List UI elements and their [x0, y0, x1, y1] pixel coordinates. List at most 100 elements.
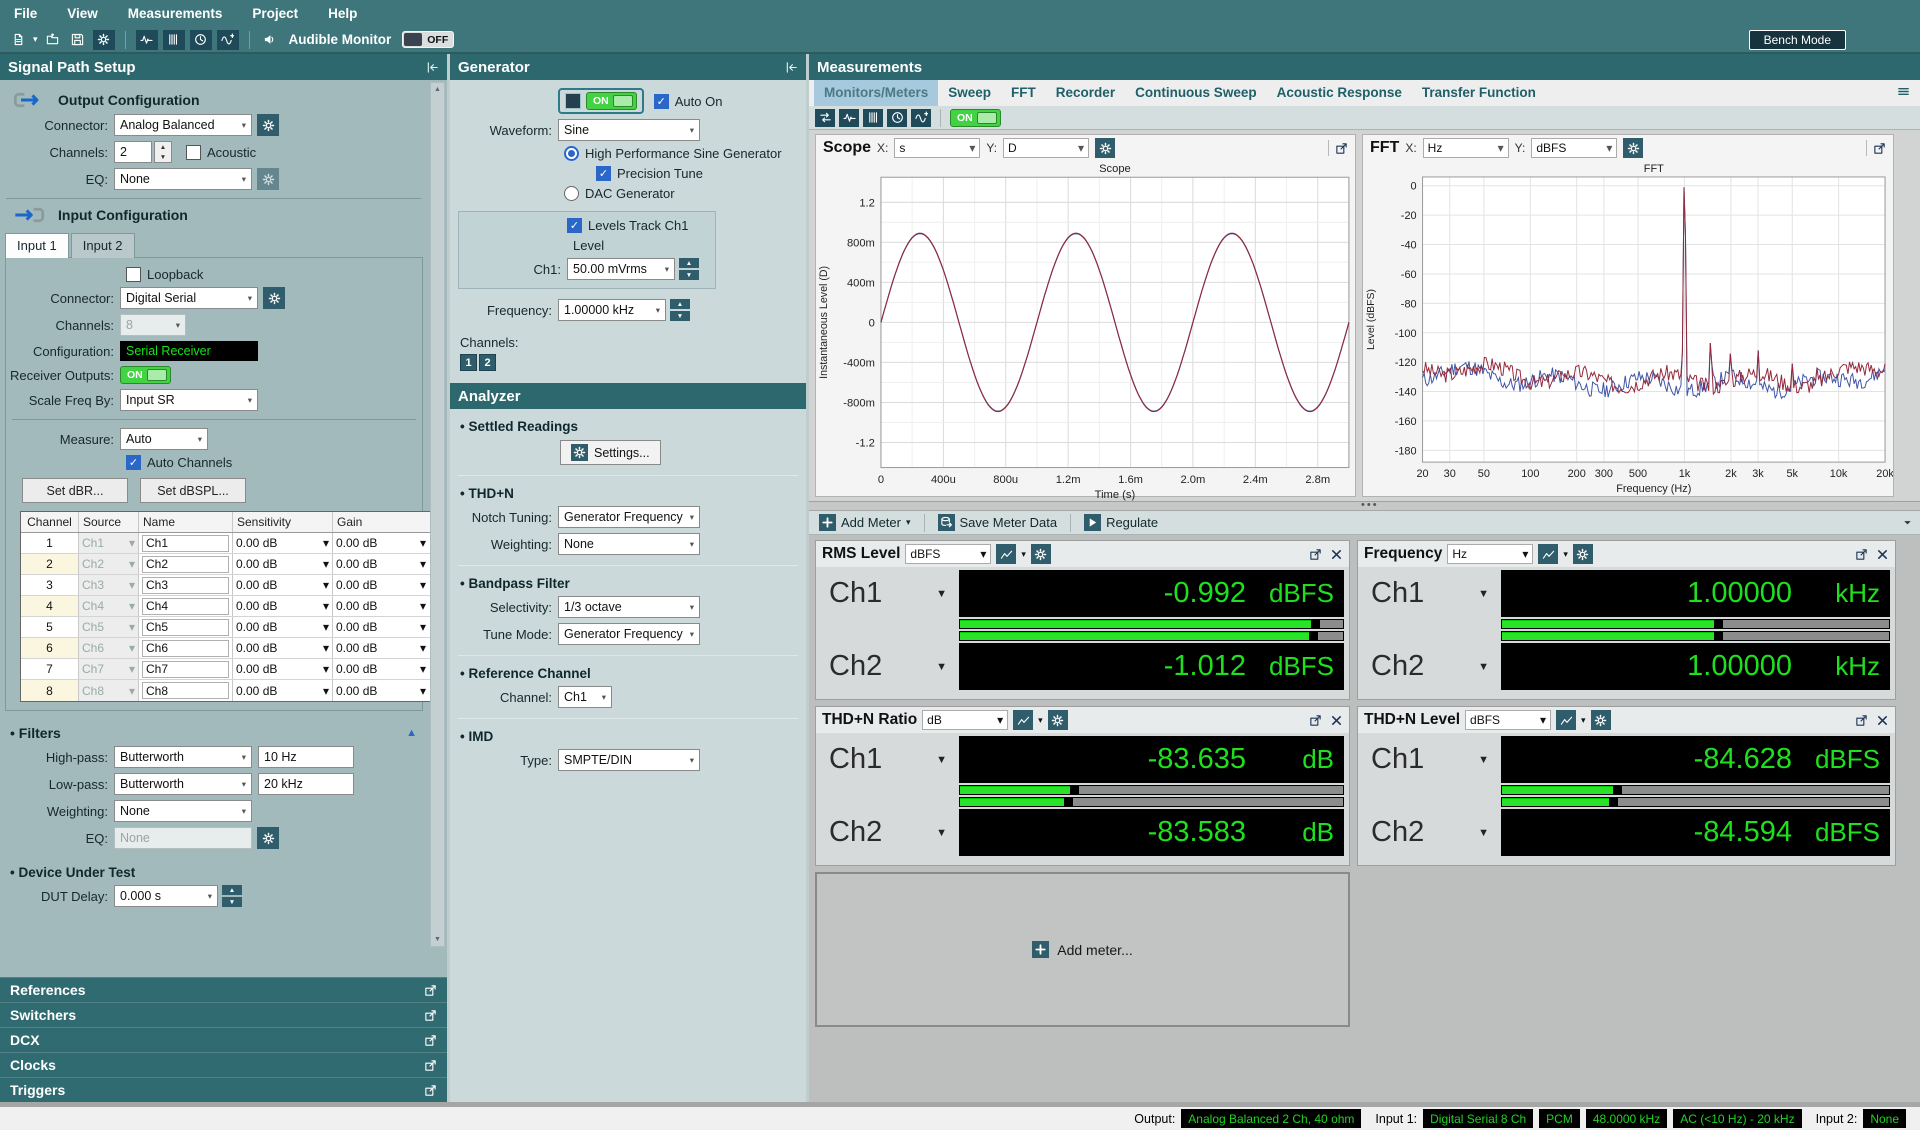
scope-view-icon[interactable] [839, 108, 859, 127]
clock-view-icon[interactable] [887, 108, 907, 127]
collapse-generator-icon[interactable] [785, 61, 798, 74]
trend-dropdown-icon[interactable]: ▾ [1021, 549, 1026, 560]
meter-unit-select[interactable]: Hz ▾ [1447, 544, 1534, 564]
collapse-panel-icon[interactable] [426, 61, 439, 74]
meter-channel-label[interactable]: Ch1 ▼ [1363, 736, 1501, 783]
meter-popout-icon[interactable] [1309, 548, 1322, 561]
meter-settings-icon[interactable] [1590, 710, 1611, 730]
output-eq-gear-icon[interactable] [257, 168, 279, 190]
section-clocks[interactable]: Clocks [0, 1052, 447, 1077]
meter-unit-select[interactable]: dB ▾ [922, 710, 1009, 730]
menu-help[interactable]: Help [328, 6, 357, 21]
name-input[interactable]: Ch8 [142, 682, 229, 699]
meter-channel-label[interactable]: Ch2 ▼ [821, 643, 959, 690]
meter-close-icon[interactable] [1876, 548, 1889, 561]
generator-on-control[interactable]: ON [558, 88, 644, 114]
scope-y-select[interactable]: D ▾ [1003, 138, 1090, 158]
scope-x-select[interactable]: s ▾ [894, 138, 981, 158]
hp-sine-radio[interactable] [564, 146, 579, 161]
trend-dropdown-icon[interactable]: ▾ [1581, 715, 1586, 726]
fft-settings-icon[interactable] [1623, 138, 1644, 158]
tab-monitors-meters[interactable]: Monitors/Meters [814, 80, 939, 106]
frequency-input[interactable]: 1.00000 kHz ▾ [558, 299, 666, 321]
scroll-down-icon[interactable]: ▼ [434, 933, 441, 946]
dac-generator-radio[interactable] [564, 186, 579, 201]
trend-chart-icon[interactable] [1556, 710, 1577, 730]
analyzer-weighting-select[interactable]: None ▾ [558, 533, 700, 555]
signal-generator-icon[interactable] [216, 29, 239, 50]
menu-project[interactable]: Project [252, 6, 298, 21]
meter-channel-label[interactable]: Ch1 ▼ [821, 570, 959, 617]
settings-icon[interactable] [92, 29, 115, 50]
sensitivity-select[interactable]: 0.00 dB ▾ [233, 680, 333, 701]
output-channels-input[interactable]: 2 [114, 141, 152, 163]
set-dbr-button[interactable]: Set dBR... [22, 478, 128, 503]
output-connector-gear-icon[interactable] [257, 114, 279, 136]
new-project-icon[interactable] [8, 30, 28, 50]
tab-fft[interactable]: FFT [1001, 80, 1046, 106]
meter-channel-label[interactable]: Ch1 ▼ [1363, 570, 1501, 617]
meter-popout-icon[interactable] [1309, 714, 1322, 727]
ref-channel-select[interactable]: Ch1 ▾ [558, 686, 612, 708]
levels-track-checkbox[interactable]: ✓ [567, 218, 582, 233]
trend-chart-icon[interactable] [1538, 544, 1559, 564]
meter-settings-icon[interactable] [1572, 544, 1593, 564]
bench-mode-button[interactable]: Bench Mode [1748, 30, 1846, 50]
bars-view-icon[interactable] [863, 108, 883, 127]
name-input[interactable]: Ch5 [142, 618, 229, 636]
tab-menu-icon[interactable] [1897, 85, 1910, 98]
high-pass-select[interactable]: Butterworth ▾ [114, 746, 252, 768]
sensitivity-select[interactable]: 0.00 dB ▾ [233, 533, 333, 553]
gen-channel-2-button[interactable]: 2 [479, 354, 496, 371]
name-input[interactable]: Ch3 [142, 576, 229, 594]
acoustic-checkbox[interactable] [186, 144, 201, 160]
trend-dropdown-icon[interactable]: ▾ [1038, 715, 1043, 726]
name-input[interactable]: Ch7 [142, 660, 229, 678]
tab-input-1[interactable]: Input 1 [5, 233, 69, 258]
receiver-outputs-toggle[interactable]: ON [120, 366, 171, 384]
menu-measurements[interactable]: Measurements [128, 6, 223, 21]
save-meter-data-button[interactable]: Save Meter Data [937, 514, 1057, 531]
gain-select[interactable]: 0.00 dB ▾ [333, 575, 429, 595]
popout-icon[interactable] [424, 1034, 437, 1047]
dut-delay-select[interactable]: 0.000 s ▾ [114, 885, 218, 907]
filters-eq-gear-icon[interactable] [257, 827, 279, 849]
high-pass-freq-input[interactable]: 10 Hz [258, 746, 354, 768]
fft-popout-icon[interactable] [1873, 142, 1886, 155]
add-meter-button[interactable]: Add Meter ▾ [819, 514, 911, 531]
meter-close-icon[interactable] [1330, 548, 1343, 561]
loopback-checkbox[interactable] [126, 267, 141, 282]
scope-monitor-icon[interactable] [135, 29, 158, 50]
low-pass-freq-input[interactable]: 20 kHz [258, 773, 354, 795]
gen-channel-1-button[interactable]: 1 [460, 354, 477, 371]
tab-transfer-function[interactable]: Transfer Function [1412, 80, 1546, 106]
generator-view-icon[interactable] [911, 108, 931, 127]
fft-y-select[interactable]: dBFS ▾ [1531, 138, 1618, 158]
input-connector-select[interactable]: Digital Serial ▾ [120, 287, 258, 309]
sensitivity-select[interactable]: 0.00 dB ▾ [233, 638, 333, 658]
trend-chart-icon[interactable] [996, 544, 1017, 564]
popout-icon[interactable] [424, 1084, 437, 1097]
popout-icon[interactable] [424, 1009, 437, 1022]
generator-stop-button[interactable] [565, 93, 581, 109]
tab-sweep[interactable]: Sweep [938, 80, 1001, 106]
ch1-level-input[interactable]: 50.00 mVrms ▾ [567, 258, 675, 280]
output-eq-select[interactable]: None ▾ [114, 168, 252, 190]
scope-settings-icon[interactable] [1095, 138, 1116, 158]
gain-select[interactable]: 0.00 dB ▾ [333, 554, 429, 574]
meter-channel-label[interactable]: Ch2 ▼ [821, 809, 959, 856]
open-project-icon[interactable] [43, 30, 63, 50]
generator-on-toggle[interactable]: ON [586, 92, 637, 110]
waveform-select[interactable]: Sine ▾ [558, 119, 700, 141]
trend-dropdown-icon[interactable]: ▾ [1563, 549, 1568, 560]
tab-recorder[interactable]: Recorder [1046, 80, 1125, 106]
section-switchers[interactable]: Switchers [0, 1002, 447, 1027]
meter-channel-label[interactable]: Ch2 ▼ [1363, 809, 1501, 856]
save-project-icon[interactable] [68, 30, 88, 50]
sensitivity-select[interactable]: 0.00 dB ▾ [233, 659, 333, 679]
name-input[interactable]: Ch4 [142, 597, 229, 615]
meter-unit-select[interactable]: dBFS ▾ [1465, 710, 1552, 730]
clock-icon[interactable] [189, 29, 212, 50]
channels-stepper[interactable]: ▲ ▼ [154, 141, 172, 163]
gain-select[interactable]: 0.00 dB ▾ [333, 533, 429, 553]
